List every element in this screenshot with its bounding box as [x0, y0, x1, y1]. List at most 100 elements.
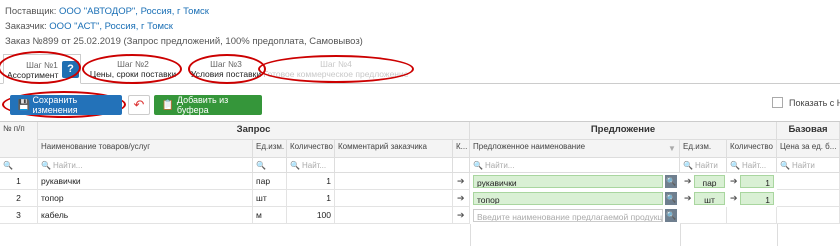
filter-comment[interactable]: [335, 158, 453, 173]
search-icon[interactable]: 🔍: [665, 192, 677, 205]
undo-button[interactable]: ↶: [128, 95, 150, 115]
search-icon: 🔍: [473, 161, 483, 170]
column-divider: [680, 224, 681, 246]
tab-step-2[interactable]: Шаг №2 Цены, сроки поставки: [86, 54, 180, 84]
save-button-label: Сохранить изменения: [32, 95, 78, 115]
row-2-num: 2: [0, 190, 38, 207]
filter-k[interactable]: [453, 158, 470, 173]
row-3-price[interactable]: [777, 207, 840, 224]
arrow-right-icon[interactable]: ➔: [457, 193, 465, 204]
row-1-qty: 1: [287, 173, 335, 190]
row-1-unit: пар: [253, 173, 287, 190]
search-icon: 🔍: [780, 161, 790, 170]
items-grid: № п/п Запрос Предложение Базовая Наимено…: [0, 121, 840, 246]
filter-unit[interactable]: 🔍: [253, 158, 287, 173]
tab-step-4-number: Шаг №4: [320, 59, 352, 69]
group-request: Запрос: [38, 122, 470, 140]
header-num[interactable]: № п/п: [0, 122, 38, 158]
row-3-qty: 100: [287, 207, 335, 224]
row-3-offer-qty[interactable]: [727, 207, 777, 224]
header-price[interactable]: Цена за ед. б...: [777, 140, 840, 158]
row-2-unit: шт: [253, 190, 287, 207]
header-unit[interactable]: Ед.изм.: [253, 140, 287, 158]
filter-qty[interactable]: 🔍 Найт...: [287, 158, 335, 173]
header-offer-unit[interactable]: Ед.изм.: [680, 140, 727, 158]
row-3-name: кабель: [38, 207, 253, 224]
save-changes-button[interactable]: 💾 Сохранить изменения: [10, 95, 122, 115]
show-vat-checkbox[interactable]: [772, 97, 783, 108]
customer-line: Заказчик: ООО "АСТ", Россия, г Томск: [5, 21, 173, 32]
help-icon[interactable]: ?: [62, 61, 79, 78]
undo-icon: ↶: [133, 97, 145, 112]
row-3-offer-unit[interactable]: [680, 207, 727, 224]
tab-step-3-title: Условия поставки: [190, 69, 262, 79]
tab-step-3-number: Шаг №3: [210, 59, 242, 69]
row-2-comment: [335, 190, 453, 207]
filter-num[interactable]: 🔍: [0, 158, 38, 173]
filter-name[interactable]: 🔍 Найти...: [38, 158, 253, 173]
customer-label: Заказчик:: [5, 21, 47, 32]
row-2-offer-qty-input[interactable]: 1: [740, 192, 774, 205]
search-icon[interactable]: 🔍: [665, 209, 677, 222]
filter-offer-unit[interactable]: 🔍 Найти: [680, 158, 727, 173]
filter-offer-name[interactable]: 🔍 Найти...: [470, 158, 680, 173]
show-vat-label: Показать с НДС: [789, 98, 840, 108]
row-3-offer-name-input[interactable]: Введите наименование предлагаемой продук…: [473, 209, 663, 222]
row-3-unit: м: [253, 207, 287, 224]
column-divider: [470, 224, 471, 246]
tab-step-3[interactable]: Шаг №3 Условия поставки: [190, 54, 262, 84]
step-tabs: Шаг №1 Ассортимент ? Шаг №2 Цены, сроки …: [0, 54, 840, 84]
row-2-qty: 1: [287, 190, 335, 207]
column-divider: [777, 224, 778, 246]
row-3-comment: [335, 207, 453, 224]
supplier-label: Поставщик:: [5, 6, 57, 17]
supplier-line: Поставщик: ООО "АВТОДОР", Россия, г Томс…: [5, 6, 209, 17]
row-2-price[interactable]: [777, 190, 840, 207]
row-1-price[interactable]: [777, 173, 840, 190]
search-icon: 🔍: [730, 161, 740, 170]
row-1-comment: [335, 173, 453, 190]
search-icon: 🔍: [41, 161, 51, 170]
customer-link[interactable]: ООО "АСТ", Россия, г Томск: [49, 21, 173, 32]
row-2-offer-unit-input[interactable]: шт: [694, 192, 725, 205]
search-icon: 🔍: [290, 161, 300, 170]
tab-step-2-title: Цены, сроки поставки: [89, 69, 177, 79]
supplier-link[interactable]: ООО "АВТОДОР", Россия, г Томск: [59, 6, 209, 17]
tab-step-4-title: Готовое коммерческое предложение: [263, 69, 409, 79]
arrow-right-icon[interactable]: ➔: [684, 176, 692, 187]
row-1-num: 1: [0, 173, 38, 190]
header-name[interactable]: Наименование товаров/услуг: [38, 140, 253, 158]
filter-offer-qty[interactable]: 🔍 Найт...: [727, 158, 777, 173]
tab-step-1[interactable]: Шаг №1 Ассортимент ?: [3, 54, 81, 84]
row-1-offer-qty-input[interactable]: 1: [740, 175, 774, 188]
row-1-offer-name-input[interactable]: рукавички: [473, 175, 663, 188]
clipboard-icon: 📋: [161, 99, 175, 111]
row-1-name: рукавички: [38, 173, 253, 190]
arrow-right-icon[interactable]: ➔: [730, 176, 738, 187]
search-icon: 🔍: [256, 161, 266, 170]
row-2-name: топор: [38, 190, 253, 207]
row-3-num: 3: [0, 207, 38, 224]
header-offer-qty[interactable]: Количество: [727, 140, 777, 158]
tab-step-2-number: Шаг №2: [117, 59, 149, 69]
tab-step-4[interactable]: Шаг №4 Готовое коммерческое предложение: [262, 54, 410, 84]
header-k[interactable]: К...: [453, 140, 470, 158]
row-1-offer-unit-input[interactable]: пар: [694, 175, 725, 188]
add-from-clipboard-button[interactable]: 📋 Добавить из буфера: [154, 95, 262, 115]
order-line: Заказ №899 от 25.02.2019 (Запрос предлож…: [5, 36, 363, 47]
arrow-right-icon[interactable]: ➔: [730, 193, 738, 204]
header-qty[interactable]: Количество: [287, 140, 335, 158]
search-icon[interactable]: 🔍: [665, 175, 677, 188]
arrow-right-icon[interactable]: ➔: [684, 193, 692, 204]
filter-icon[interactable]: ▼: [668, 144, 676, 153]
paste-button-label: Добавить из буфера: [176, 95, 229, 115]
group-base: Базовая: [777, 122, 840, 140]
arrow-right-icon[interactable]: ➔: [457, 210, 465, 221]
save-icon: 💾: [17, 99, 30, 111]
filter-price[interactable]: 🔍 Найти: [777, 158, 840, 173]
header-offer-name[interactable]: Предложенное наименование: [470, 140, 680, 158]
arrow-right-icon[interactable]: ➔: [457, 176, 465, 187]
row-2-offer-name-input[interactable]: топор: [473, 192, 663, 205]
header-comment[interactable]: Комментарий заказчика: [335, 140, 453, 158]
search-icon: 🔍: [683, 161, 693, 170]
